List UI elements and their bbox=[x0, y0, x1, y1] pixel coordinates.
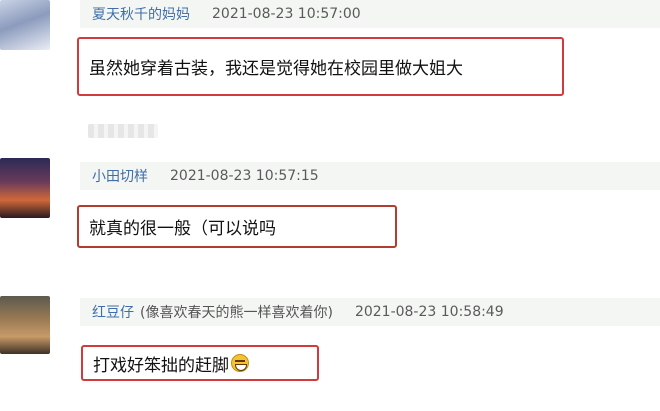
username[interactable]: 红豆仔 bbox=[92, 302, 134, 322]
grinning-face-emoji-icon bbox=[231, 354, 249, 372]
user-remark: (像喜欢春天的熊一样喜欢着你) bbox=[140, 305, 333, 321]
comment-header: 夏天秋千的妈妈 2021-08-23 10:57:00 bbox=[80, 0, 660, 28]
comment-text: 虽然她穿着古装，我还是觉得她在校园里做大姐大 bbox=[77, 37, 564, 96]
timestamp: 2021-08-23 10:57:15 bbox=[170, 168, 319, 184]
username[interactable]: 小田切样 bbox=[92, 166, 148, 186]
avatar[interactable] bbox=[0, 158, 50, 218]
comment-body: 虽然她穿着古装，我还是觉得她在校园里做大姐大 bbox=[89, 59, 463, 79]
comment-body: 就真的很一般（可以说吗 bbox=[89, 219, 276, 239]
comment-thread: 夏天秋千的妈妈 2021-08-23 10:57:00 虽然她穿着古装，我还是觉… bbox=[0, 0, 660, 411]
comment-text: 打戏好笨拙的赶脚 bbox=[81, 345, 319, 381]
comment-text: 就真的很一般（可以说吗 bbox=[77, 205, 397, 248]
timestamp: 2021-08-23 10:57:00 bbox=[212, 6, 361, 22]
avatar[interactable] bbox=[0, 0, 50, 50]
blurred-text bbox=[88, 124, 158, 138]
comment-header: 小田切样 2021-08-23 10:57:15 bbox=[80, 162, 660, 190]
comment-header: 红豆仔 (像喜欢春天的熊一样喜欢着你) 2021-08-23 10:58:49 bbox=[80, 298, 660, 326]
comment-body: 打戏好笨拙的赶脚 bbox=[93, 355, 229, 376]
username[interactable]: 夏天秋千的妈妈 bbox=[92, 4, 190, 24]
avatar[interactable] bbox=[0, 296, 50, 354]
timestamp: 2021-08-23 10:58:49 bbox=[354, 304, 504, 320]
